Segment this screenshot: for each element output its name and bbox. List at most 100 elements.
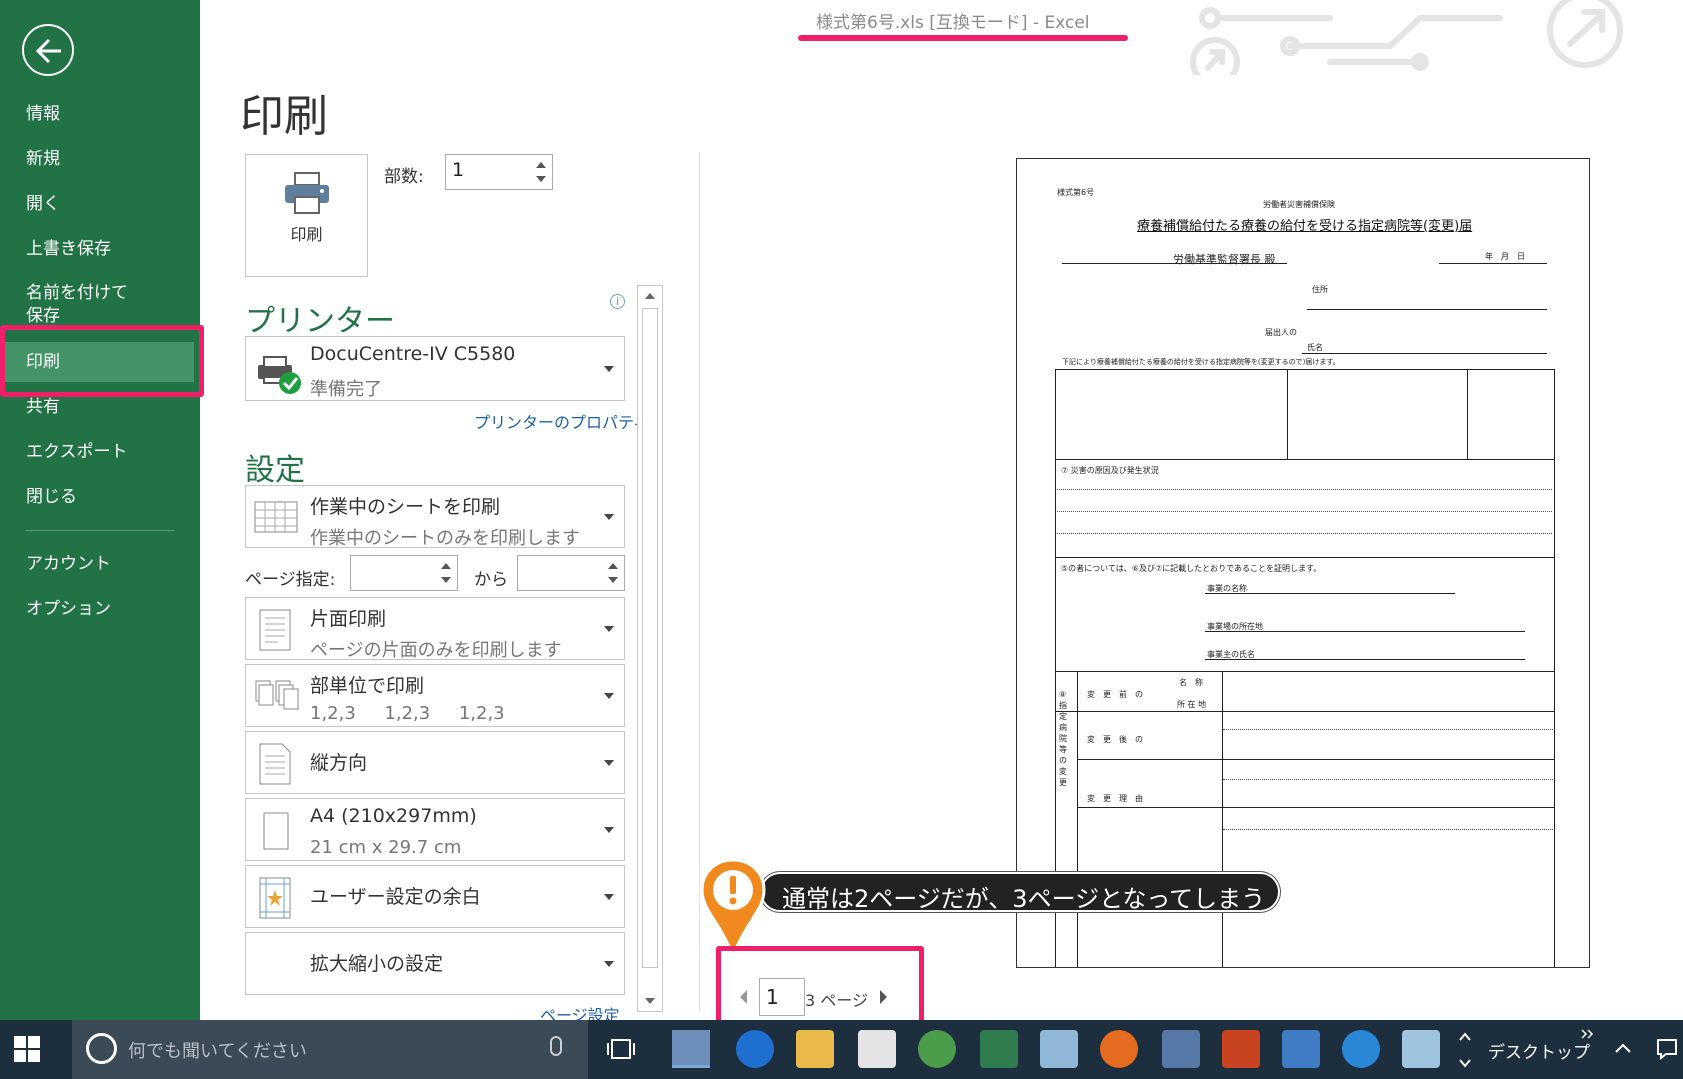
preview-section-b: ⑤の者については、⑥及び⑦に記載したとおりであることを証明します。: [1061, 564, 1322, 573]
remote-desktop-icon[interactable]: [1162, 1030, 1200, 1068]
print-button[interactable]: 印刷: [245, 154, 368, 277]
collate-icon: [255, 680, 299, 710]
settings-scrollbar[interactable]: [637, 285, 663, 1012]
sidebar-item-new[interactable]: 新規: [0, 139, 200, 179]
preview-side-label: ⑧指定病院等の変更: [1059, 690, 1067, 787]
task-view-icon[interactable]: [606, 1036, 636, 1062]
printer-properties-link[interactable]: プリンターのプロパティ: [474, 409, 649, 433]
chevron-up-icon[interactable]: [1614, 1042, 1632, 1054]
paper-size-dropdown[interactable]: A4 (210x297mm) 21 cm x 29.7 cm: [245, 798, 625, 861]
chevron-down-icon: [604, 365, 614, 372]
annotation-callout: 通常は2ページだが、3ページとなってしまう: [760, 872, 1280, 913]
page-from-down-icon[interactable]: [441, 577, 451, 583]
windows-taskbar: 何でも聞いてください デスクトップ: [0, 1020, 1683, 1079]
chevron-down-icon: [604, 826, 614, 833]
back-arrow-icon: [35, 38, 61, 64]
from-label: から: [474, 570, 508, 590]
search-placeholder: 何でも聞いてください: [128, 1041, 307, 1062]
sides-sub: ページの片面のみを印刷します: [310, 640, 562, 661]
desktop-toolbar-label[interactable]: デスクトップ: [1488, 1038, 1590, 1063]
page-to-up-icon[interactable]: [608, 563, 618, 569]
chevron-down-icon: [604, 513, 614, 520]
page-to-down-icon[interactable]: [608, 577, 618, 583]
circuit-decoration-icon: [1190, 0, 1623, 75]
preview-dotted-line: [1223, 779, 1553, 780]
app-icon[interactable]: [1282, 1030, 1320, 1068]
preview-table-border: [1055, 711, 1555, 712]
scaling-main: 拡大縮小の設定: [310, 953, 444, 975]
orientation-dropdown[interactable]: 縦方向: [245, 731, 625, 794]
scrollbar-thumb[interactable]: [642, 308, 658, 968]
file-explorer-icon[interactable]: [796, 1030, 834, 1068]
copies-down-icon[interactable]: [536, 176, 546, 182]
print-scope-sub: 作業中のシートのみを印刷します: [310, 528, 580, 549]
printer-icon: [285, 172, 329, 214]
info-icon[interactable]: i: [610, 294, 625, 309]
print-scope-main: 作業中のシートを印刷: [310, 496, 501, 518]
preview-table-border: [1222, 671, 1223, 967]
sidebar-item-options[interactable]: オプション: [0, 589, 200, 629]
preview-table-border: [1077, 759, 1555, 760]
collate-main: 部単位で印刷: [310, 675, 425, 697]
microphone-icon[interactable]: [550, 1036, 562, 1056]
taskbar-scroll-icon[interactable]: [1458, 1030, 1472, 1070]
preview-rule: [1307, 309, 1547, 310]
chrome-app-icon[interactable]: [918, 1030, 956, 1068]
print-scope-dropdown[interactable]: 作業中のシートを印刷 作業中のシートのみを印刷します: [245, 485, 625, 549]
preview-table-border: [1077, 671, 1078, 967]
edge-app-icon[interactable]: [736, 1030, 774, 1068]
preview-org: 労働者災害補償保険: [1263, 200, 1335, 209]
preview-date: 年 月 日: [1485, 252, 1525, 261]
preview-dotted-line: [1057, 489, 1552, 490]
internet-explorer-icon[interactable]: [1342, 1030, 1380, 1068]
page-from-stepper[interactable]: [350, 555, 458, 591]
preview-rule: [1062, 263, 1287, 264]
sidebar-item-open[interactable]: 開く: [0, 184, 200, 224]
project-app-icon[interactable]: [980, 1030, 1018, 1068]
scroll-down-icon[interactable]: [645, 998, 655, 1004]
page-from-up-icon[interactable]: [441, 563, 451, 569]
firefox-app-icon[interactable]: [1100, 1030, 1138, 1068]
paper-size-main: A4 (210x297mm): [310, 805, 477, 827]
copies-stepper[interactable]: 1: [445, 154, 553, 190]
sidebar-item-account[interactable]: アカウント: [0, 544, 200, 584]
page-to-stepper[interactable]: [517, 555, 625, 591]
notifications-icon[interactable]: [1656, 1038, 1678, 1060]
margins-main: ユーザー設定の余白: [310, 886, 481, 908]
margins-dropdown[interactable]: ユーザー設定の余白: [245, 865, 625, 928]
preview-section-a: ⑦ 災害の原因及び発生状況: [1061, 466, 1159, 475]
cortana-icon[interactable]: [86, 1033, 117, 1064]
warning-pin-icon: [700, 858, 766, 958]
preview-change-after: 変 更 後 の: [1087, 735, 1143, 744]
preview-table-border: [1055, 369, 1555, 370]
taskbar-search-box[interactable]: 何でも聞いてください: [72, 1020, 588, 1079]
paper-size-sub: 21 cm x 29.7 cm: [310, 837, 462, 858]
callout-text: 通常は2ページだが、3ページとなってしまう: [782, 885, 1266, 913]
store-app-icon[interactable]: [858, 1030, 896, 1068]
powerpoint-app-icon[interactable]: [1222, 1030, 1260, 1068]
printer-dropdown[interactable]: DocuCentre-IV C5580 準備完了: [245, 336, 625, 401]
page-title: 印刷: [240, 91, 328, 142]
chevron-down-icon: [604, 759, 614, 766]
collate-dropdown[interactable]: 部単位で印刷 1,2,3 1,2,3 1,2,3: [245, 664, 625, 727]
dreamweaver-app-icon[interactable]: [672, 1030, 710, 1068]
sidebar-item-export[interactable]: エクスポート: [0, 432, 200, 472]
printer-heading: プリンター: [245, 304, 395, 339]
sheet-grid-icon: [254, 501, 298, 533]
sidebar-item-close[interactable]: 閉じる: [0, 477, 200, 517]
chevron-down-icon: [604, 692, 614, 699]
sidebar-item-info[interactable]: 情報: [0, 94, 200, 134]
copies-up-icon[interactable]: [536, 162, 546, 168]
windows-start-icon[interactable]: [14, 1036, 40, 1062]
scroll-up-icon[interactable]: [645, 293, 655, 299]
preview-table-border: [1077, 807, 1555, 808]
app-icon[interactable]: [1040, 1030, 1078, 1068]
paper-size-icon: [263, 812, 289, 850]
app-icon[interactable]: [1402, 1030, 1440, 1068]
back-button[interactable]: [22, 24, 74, 76]
sides-dropdown[interactable]: 片面印刷 ページの片面のみを印刷します: [245, 597, 625, 661]
portrait-page-icon: [259, 743, 291, 785]
expand-toolbar-icon[interactable]: [1580, 1028, 1594, 1040]
scaling-dropdown[interactable]: 拡大縮小の設定: [245, 932, 625, 995]
sidebar-item-save[interactable]: 上書き保存: [0, 229, 200, 269]
